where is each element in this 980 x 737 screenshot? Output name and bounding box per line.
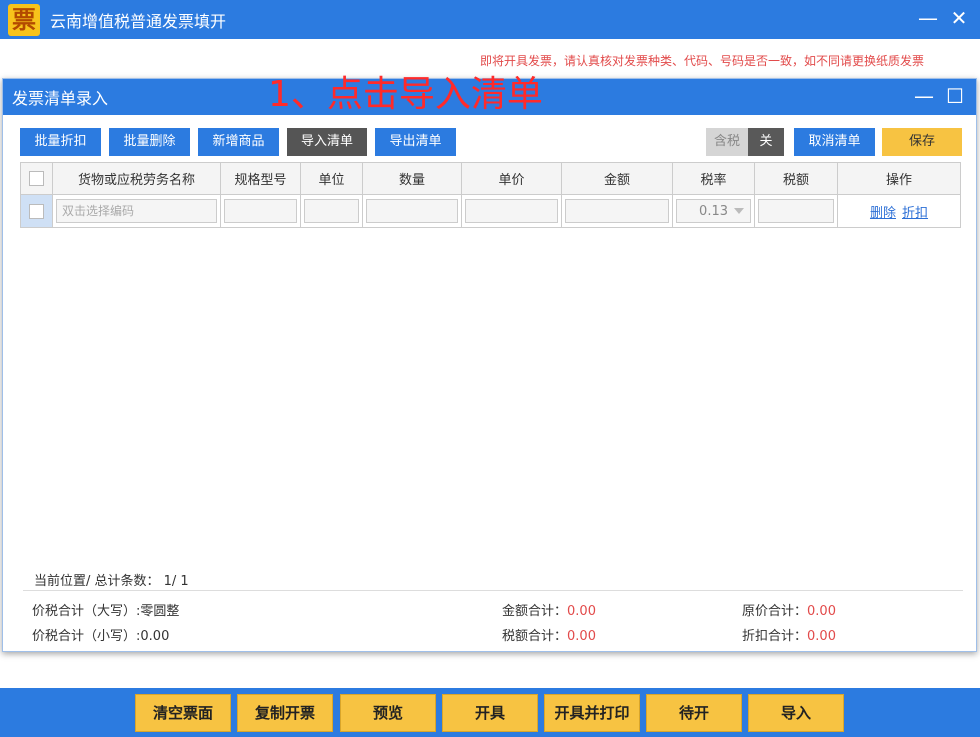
close-icon[interactable]: ✕ <box>950 6 968 30</box>
import-list-button[interactable]: 导入清单 <box>287 128 367 156</box>
invoice-list-dialog: 发票清单录入 1、点击导入清单 — ☐ 批量折扣 批量删除 新增商品 导入清单 … <box>2 74 977 652</box>
total-upper: 价税合计（大写）:零圆整 <box>32 600 179 619</box>
tax-rate-value: 0.13 <box>699 203 728 219</box>
header-tax-rate: 税率 <box>673 163 755 194</box>
spec-input[interactable] <box>224 199 297 223</box>
discount-total-label: 折扣合计： <box>742 629 808 644</box>
original-total-label: 原价合计： <box>742 604 808 619</box>
app-title: 云南增值税普通发票填开 <box>50 11 227 31</box>
chevron-down-icon <box>734 208 744 214</box>
total-lower-label: 价税合计（小写）: <box>32 629 141 644</box>
minimize-icon[interactable]: — <box>918 6 938 30</box>
save-button[interactable]: 保存 <box>882 128 962 156</box>
original-total: 原价合计：0.00 <box>742 600 836 619</box>
import-button[interactable]: 导入 <box>748 694 844 732</box>
app-logo: 票 <box>8 3 40 36</box>
actions-cell: 删除 折扣 <box>838 195 960 227</box>
total-lower-value: 0.00 <box>140 629 170 644</box>
amount-input[interactable] <box>565 199 669 223</box>
issue-button[interactable]: 开具 <box>442 694 538 732</box>
spec-cell <box>221 195 301 227</box>
tax-total-label: 税额合计： <box>502 629 568 644</box>
quantity-cell <box>363 195 462 227</box>
dialog-title: 发票清单录入 <box>12 89 109 108</box>
instruction-annotation: 1、点击导入清单 <box>268 74 543 115</box>
add-item-button[interactable]: 新增商品 <box>198 128 279 156</box>
unit-price-input[interactable] <box>465 199 558 223</box>
select-all-checkbox[interactable] <box>29 171 44 186</box>
tax-total-value: 0.00 <box>567 629 596 644</box>
tax-toggle-state[interactable]: 关 <box>748 128 784 156</box>
pending-button[interactable]: 待开 <box>646 694 742 732</box>
tax-rate-cell: 0.13 <box>673 195 755 227</box>
header-name: 货物或应税劳务名称 <box>53 163 221 194</box>
tax-included-toggle[interactable]: 含税 关 <box>706 128 784 156</box>
dialog-toolbar: 批量折扣 批量删除 新增商品 导入清单 导出清单 含税 关 取消清单 保存 <box>20 128 962 156</box>
dialog-maximize-icon[interactable]: ☐ <box>946 83 964 109</box>
total-upper-value: 零圆整 <box>140 604 180 619</box>
discount-row-link[interactable]: 折扣 <box>902 202 928 221</box>
unit-input[interactable] <box>304 199 359 223</box>
amount-total-label: 金额合计： <box>502 604 568 619</box>
main-window-controls: — ✕ <box>918 6 968 30</box>
header-quantity: 数量 <box>363 163 462 194</box>
dialog-window-controls: — ☐ <box>914 83 964 109</box>
unit-cell <box>301 195 363 227</box>
name-cell: 双击选择编码 <box>53 195 221 227</box>
tax-rate-select[interactable]: 0.13 <box>676 199 751 223</box>
header-actions: 操作 <box>885 173 912 188</box>
tax-total: 税额合计：0.00 <box>502 625 596 644</box>
amount-cell <box>562 195 673 227</box>
row-checkbox-cell <box>21 195 53 227</box>
position-indicator: 当前位置/ 总计条数： 1/ 1 <box>34 574 189 589</box>
summary-divider <box>23 590 963 591</box>
total-upper-label: 价税合计（大写）: <box>32 604 141 619</box>
preview-button[interactable]: 预览 <box>340 694 436 732</box>
dialog-titlebar: 发票清单录入 1、点击导入清单 — ☐ <box>3 74 976 115</box>
dialog-minimize-icon[interactable]: — <box>914 83 934 109</box>
main-titlebar: 票 云南增值税普通发票填开 — ✕ <box>0 0 980 39</box>
tax-included-label: 含税 <box>706 128 748 156</box>
copy-invoice-button[interactable]: 复制开票 <box>237 694 333 732</box>
header-amount: 金额 <box>562 163 673 194</box>
amount-total-value: 0.00 <box>567 604 596 619</box>
header-unit: 单位 <box>301 163 363 194</box>
item-name-input[interactable]: 双击选择编码 <box>56 199 217 223</box>
delete-row-link[interactable]: 删除 <box>870 202 896 221</box>
discount-total-value: 0.00 <box>807 629 836 644</box>
table-row: 双击选择编码 0.13 删除 折扣 <box>21 195 960 227</box>
issue-and-print-button[interactable]: 开具并打印 <box>544 694 640 732</box>
notice-text: 即将开具发票，请认真核对发票种类、代码、号码是否一致，如不同请更换纸质发票 <box>479 54 924 68</box>
header-tax-amount: 税额 <box>755 163 838 194</box>
tax-amount-input[interactable] <box>758 199 834 223</box>
original-total-value: 0.00 <box>807 604 836 619</box>
amount-total: 金额合计：0.00 <box>502 600 596 619</box>
export-list-button[interactable]: 导出清单 <box>375 128 456 156</box>
header-checkbox-cell <box>21 163 53 194</box>
row-checkbox[interactable] <box>29 203 44 219</box>
quantity-input[interactable] <box>366 199 458 223</box>
cancel-list-button[interactable]: 取消清单 <box>794 128 875 156</box>
bottom-action-bar: 清空票面 复制开票 预览 开具 开具并打印 待开 导入 <box>0 688 980 737</box>
invoice-items-table: 货物或应税劳务名称 规格型号 单位 数量 单价 金额 税率 税额 操作 双击选择… <box>20 162 961 228</box>
discount-total: 折扣合计：0.00 <box>742 625 836 644</box>
header-unit-price: 单价 <box>462 163 562 194</box>
table-header: 货物或应税劳务名称 规格型号 单位 数量 单价 金额 税率 税额 操作 <box>21 163 960 195</box>
batch-discount-button[interactable]: 批量折扣 <box>20 128 101 156</box>
tax-amount-cell <box>755 195 838 227</box>
batch-delete-button[interactable]: 批量删除 <box>109 128 190 156</box>
total-lower: 价税合计（小写）:0.00 <box>32 625 169 644</box>
header-spec: 规格型号 <box>221 163 301 194</box>
clear-form-button[interactable]: 清空票面 <box>135 694 231 732</box>
unit-price-cell <box>462 195 562 227</box>
